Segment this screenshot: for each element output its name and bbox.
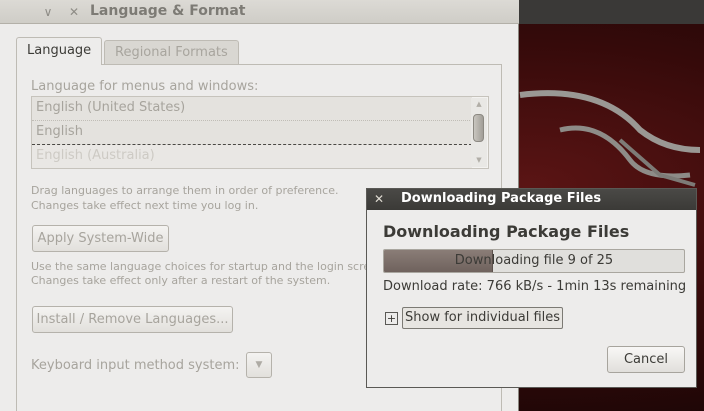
close-icon[interactable]: ✕ bbox=[66, 4, 82, 20]
install-remove-languages-button[interactable]: Install / Remove Languages... bbox=[32, 306, 233, 333]
dialog-title: Downloading Package Files bbox=[401, 191, 602, 206]
language-list[interactable]: English (United States) English English … bbox=[31, 96, 489, 169]
apply-hint-line1: Use the same language choices for startu… bbox=[31, 260, 388, 273]
list-scrollbar[interactable]: ▲ ▼ bbox=[471, 98, 487, 167]
show-individual-files-toggle[interactable]: Show for individual files bbox=[402, 307, 564, 329]
language-section-label: Language for menus and windows: bbox=[31, 79, 259, 94]
apply-system-wide-button[interactable]: Apply System-Wide bbox=[32, 225, 169, 252]
list-item[interactable]: English (United States) bbox=[32, 97, 472, 121]
titlebar-button-1[interactable] bbox=[20, 4, 36, 20]
expander-plus-icon[interactable]: + bbox=[385, 312, 398, 325]
scroll-up-icon[interactable]: ▲ bbox=[471, 100, 487, 108]
combo-arrow-icon: ▼ bbox=[255, 360, 263, 370]
apply-hint-line2: Changes take effect only after a restart… bbox=[31, 274, 331, 287]
scroll-down-icon[interactable]: ▼ bbox=[471, 156, 487, 164]
tab-language[interactable]: Language bbox=[16, 37, 103, 65]
list-item[interactable]: English (Australia) bbox=[32, 145, 472, 168]
download-dialog: ✕ Downloading Package Files Downloading … bbox=[366, 188, 697, 388]
keyboard-input-label: Keyboard input method system: bbox=[31, 358, 240, 373]
window-title: Language & Format bbox=[90, 3, 246, 19]
dialog-heading: Downloading Package Files bbox=[383, 222, 630, 241]
close-icon[interactable]: ✕ bbox=[374, 191, 384, 207]
dialog-titlebar[interactable]: ✕ Downloading Package Files bbox=[367, 189, 696, 210]
scrollbar-thumb[interactable] bbox=[473, 114, 484, 142]
download-progress-bar: Downloading file 9 of 25 bbox=[383, 249, 685, 273]
cancel-button[interactable]: Cancel bbox=[607, 346, 685, 373]
progress-text: Downloading file 9 of 25 bbox=[454, 253, 614, 268]
tab-regional-formats[interactable]: Regional Formats bbox=[104, 40, 239, 64]
keyboard-input-combo[interactable]: ▼ bbox=[246, 352, 272, 378]
drag-hint-line2: Changes take effect next time you log in… bbox=[31, 199, 259, 212]
download-rate: Download rate: 766 kB/s - 1min 13s remai… bbox=[383, 279, 687, 294]
drag-hint-line1: Drag languages to arrange them in order … bbox=[31, 184, 339, 197]
window-titlebar[interactable]: ∨ ✕ Language & Format bbox=[0, 0, 519, 24]
list-item[interactable]: English bbox=[32, 121, 472, 145]
minimize-icon[interactable]: ∨ bbox=[40, 4, 56, 20]
